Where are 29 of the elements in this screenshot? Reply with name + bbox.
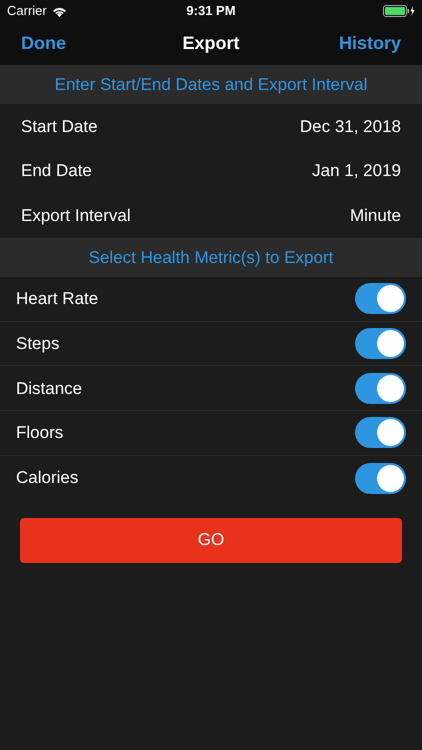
metric-label: Calories (16, 467, 78, 490)
done-button[interactable]: Done (21, 30, 66, 57)
row-label: Export Interval (21, 204, 131, 227)
toggle-switch[interactable] (355, 283, 406, 314)
row-value: Jan 1, 2019 (312, 160, 401, 182)
metric-label: Heart Rate (16, 288, 98, 310)
row-value: Minute (350, 204, 401, 227)
carrier-label: Carrier (7, 2, 47, 20)
history-button[interactable]: History (338, 30, 401, 57)
setting-row[interactable]: End Date Jan 1, 2019 (0, 148, 422, 194)
row-value: Dec 31, 2018 (300, 116, 401, 138)
toggle-switch[interactable] (355, 328, 406, 360)
nav-title: Export (182, 32, 240, 55)
metric-label: Distance (16, 378, 82, 400)
section-header: Select Health Metric(s) to Export (88, 246, 334, 269)
row-label: End Date (21, 160, 92, 182)
setting-row[interactable]: Start Date Dec 31, 2018 (0, 104, 422, 149)
battery-icon (383, 5, 415, 17)
status-time: 9:31 PM (186, 2, 236, 20)
row-label: Start Date (21, 116, 98, 138)
go-button[interactable]: GO (20, 518, 402, 562)
wifi-icon (52, 6, 67, 16)
section-header: Enter Start/End Dates and Export Interval (54, 74, 368, 96)
metric-label: Floors (16, 422, 64, 444)
toggle-switch[interactable] (355, 372, 406, 404)
metric-label: Steps (16, 332, 60, 355)
toggle-switch[interactable] (355, 417, 406, 448)
setting-row[interactable]: Export Interval Minute (0, 193, 422, 238)
toggle-switch[interactable] (355, 462, 406, 494)
